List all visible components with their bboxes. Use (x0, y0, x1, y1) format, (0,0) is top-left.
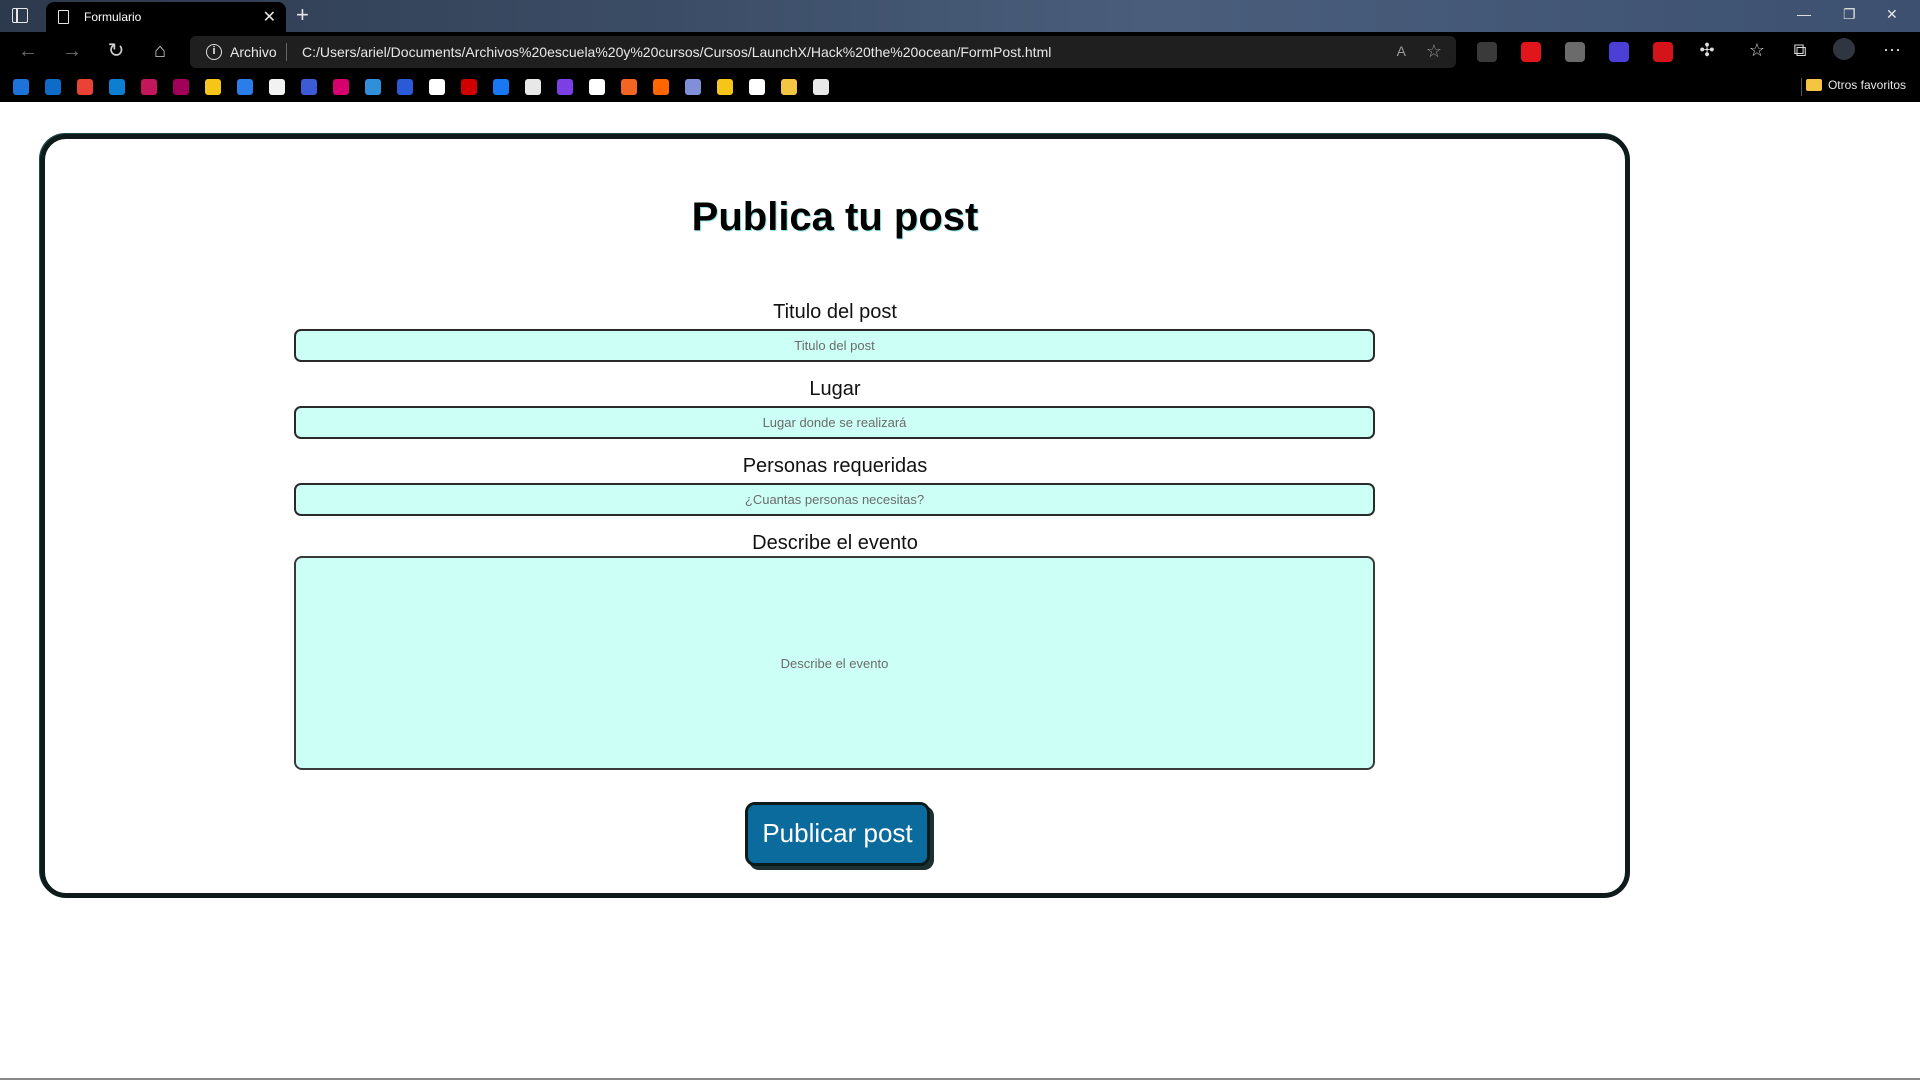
bookmark-favicon[interactable] (237, 79, 253, 95)
bookmark-favicon[interactable] (365, 79, 381, 95)
more-menu-icon[interactable]: ⋯ (1880, 40, 1904, 61)
bookmark-favicon[interactable] (557, 79, 573, 95)
read-aloud-icon[interactable]: A (1397, 43, 1406, 59)
other-favorites-label: Otros favoritos (1827, 78, 1906, 92)
bookmark-favicon[interactable] (749, 79, 765, 95)
address-toolbar: ← → ↻ ⌂ i Archivo C:/Users/ariel/Documen… (0, 32, 1920, 72)
close-window-button[interactable]: ✕ (1886, 6, 1898, 23)
tab-formulario[interactable]: Formulario ✕ (46, 2, 286, 32)
close-tab-icon[interactable]: ✕ (263, 7, 276, 27)
post-form-card: Publica tu post Titulo del post Lugar Pe… (40, 134, 1630, 898)
address-bar[interactable]: i Archivo C:/Users/ariel/Documents/Archi… (190, 36, 1456, 68)
info-icon[interactable]: i (206, 44, 222, 60)
add-favorite-icon[interactable]: ☆ (1426, 41, 1442, 62)
bookmark-favicon[interactable] (461, 79, 477, 95)
title-label: Titulo del post (773, 301, 897, 323)
other-favorites-folder[interactable]: Otros favoritos (1805, 78, 1906, 92)
page-icon (58, 10, 69, 24)
bookmark-favicon[interactable] (429, 79, 445, 95)
bookmark-favicon[interactable] (205, 79, 221, 95)
bookmark-favicon[interactable] (141, 79, 157, 95)
bookmark-favicon[interactable] (269, 79, 285, 95)
bookmark-favicon[interactable] (109, 79, 125, 95)
textarea-placeholder: Describe el evento (780, 656, 889, 671)
bookmark-favicon[interactable] (77, 79, 93, 95)
bookmark-favicon[interactable] (685, 79, 701, 95)
place-input[interactable] (294, 406, 1375, 439)
minimize-button[interactable]: — (1797, 6, 1811, 22)
bookmark-favicon[interactable] (13, 79, 29, 95)
bookmark-favicon[interactable] (173, 79, 189, 95)
profile-avatar[interactable] (1833, 38, 1855, 60)
form-title: Publica tu post (691, 195, 979, 239)
tab-strip: Formulario ✕ + — ❐ ✕ (0, 0, 1920, 32)
new-tab-button[interactable]: + (296, 2, 309, 28)
home-icon[interactable]: ⌂ (148, 40, 172, 62)
tab-actions-icon[interactable] (12, 8, 28, 23)
bookmark-favicon[interactable] (717, 79, 733, 95)
refresh-icon[interactable]: ↻ (104, 40, 128, 62)
page-viewport: Publica tu post Titulo del post Lugar Pe… (0, 102, 1920, 1078)
bookmark-favicon[interactable] (397, 79, 413, 95)
bookmark-favicon[interactable] (45, 79, 61, 95)
favorites-icon[interactable]: ☆ (1745, 40, 1769, 61)
divider (286, 43, 287, 61)
extension-icon[interactable] (1521, 42, 1541, 62)
tab-title: Formulario (84, 10, 142, 24)
bookmark-favicon[interactable] (333, 79, 349, 95)
forward-icon[interactable]: → (60, 40, 84, 62)
bookmark-favicon[interactable] (621, 79, 637, 95)
description-label: Describe el evento (752, 532, 918, 554)
extension-icon[interactable] (1653, 42, 1673, 62)
url-text[interactable]: C:/Users/ariel/Documents/Archivos%20escu… (302, 44, 1051, 60)
extensions-puzzle-icon[interactable]: ✣ (1695, 40, 1719, 61)
people-label: Personas requeridas (742, 455, 928, 477)
file-protocol-label: Archivo (230, 44, 277, 60)
post-title-input[interactable] (294, 329, 1375, 362)
bookmark-favicon[interactable] (653, 79, 669, 95)
bookmark-favicon[interactable] (813, 79, 829, 95)
event-description-textarea[interactable]: Describe el evento (294, 556, 1375, 770)
bookmark-favicon[interactable] (781, 79, 797, 95)
restore-button[interactable]: ❐ (1843, 6, 1856, 23)
bookmark-favicon[interactable] (493, 79, 509, 95)
bookmark-favicon[interactable] (589, 79, 605, 95)
back-icon[interactable]: ← (16, 40, 40, 62)
folder-icon (1805, 79, 1822, 91)
extension-icon[interactable] (1477, 42, 1497, 62)
publish-post-button[interactable]: Publicar post (745, 802, 930, 866)
extension-icon[interactable] (1609, 42, 1629, 62)
divider (1801, 78, 1802, 96)
bookmarks-bar: Otros favoritos (0, 72, 1920, 102)
place-label: Lugar (809, 378, 861, 400)
extension-icon[interactable] (1565, 42, 1585, 62)
people-required-input[interactable] (294, 483, 1375, 516)
bookmark-favicon[interactable] (525, 79, 541, 95)
collections-icon[interactable]: ⧉ (1788, 40, 1812, 61)
bookmark-favicon[interactable] (301, 79, 317, 95)
